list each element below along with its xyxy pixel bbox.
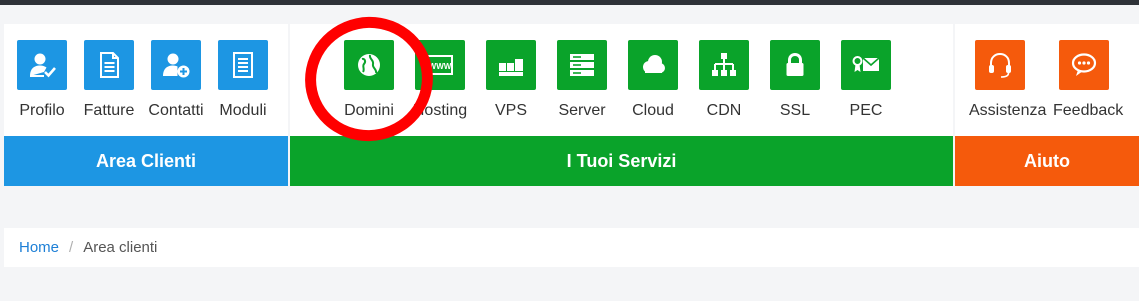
hosting-tile-text: WWW — [429, 62, 452, 71]
cloud-icon — [643, 55, 665, 73]
feedback-tile — [1059, 40, 1109, 90]
server-tile — [557, 40, 607, 90]
nav-item-label: Cloud — [632, 102, 674, 119]
nav-item-label: Server — [558, 102, 606, 119]
nav-item-label: Contatti — [148, 102, 204, 119]
pec-tile — [841, 40, 891, 90]
speech-bubble-icon — [1071, 53, 1097, 76]
certified-mail-icon — [852, 56, 880, 72]
nav-item-moduli[interactable]: Moduli — [212, 40, 274, 120]
area-clienti-title: Area Clienti — [95, 150, 197, 171]
servizi-icons: Domini WWW Hosting VPS Server Cloud CDN … — [290, 24, 953, 136]
nav-item-server[interactable]: Server — [551, 40, 613, 120]
globe-icon — [358, 54, 380, 76]
nav-item-label: Moduli — [219, 102, 267, 119]
nav-item-label: Fatture — [83, 102, 135, 119]
fatture-tile — [84, 40, 134, 90]
headset-icon — [989, 52, 1011, 78]
nav-item-cdn[interactable]: CDN — [693, 40, 755, 120]
nav-item-domini[interactable]: Domini — [338, 40, 400, 120]
nav-item-contatti[interactable]: Contatti — [145, 40, 207, 120]
hosting-tile: WWW — [415, 40, 465, 90]
moduli-tile — [218, 40, 268, 90]
nav-item-cloud[interactable]: Cloud — [622, 40, 684, 120]
domini-tile — [344, 40, 394, 90]
form-icon — [233, 52, 253, 78]
nav-item-assistenza[interactable]: Assistenza — [969, 40, 1047, 120]
nav-item-label: Hosting — [412, 102, 468, 119]
vps-icon — [499, 59, 523, 76]
servizi-title: I Tuoi Servizi — [566, 150, 677, 171]
area-clienti-icons: Profilo Fatture Contatti Moduli — [4, 24, 288, 136]
aiuto-panel: Assistenza Feedback Aiuto — [955, 24, 1139, 186]
servizi-bar[interactable]: I Tuoi Servizi — [290, 136, 953, 186]
network-icon — [712, 53, 736, 76]
servizi-panel: Domini WWW Hosting VPS Server Cloud CDN … — [290, 24, 953, 186]
aiuto-icons: Assistenza Feedback — [955, 24, 1139, 136]
cdn-tile — [699, 40, 749, 90]
nav-item-label: Domini — [344, 102, 394, 119]
hosting-icon: WWW — [427, 55, 453, 75]
nav-item-fatture[interactable]: Fatture — [78, 40, 140, 120]
profilo-tile — [17, 40, 67, 90]
breadcrumb-separator: / — [69, 239, 74, 256]
nav-item-feedback[interactable]: Feedback — [1053, 40, 1124, 120]
ssl-tile — [770, 40, 820, 90]
nav-item-label: Profilo — [19, 102, 65, 119]
contatti-tile — [151, 40, 201, 90]
user-check-icon — [30, 53, 56, 78]
nav-item-vps[interactable]: VPS — [480, 40, 542, 120]
document-icon — [100, 52, 119, 78]
breadcrumb-home-link[interactable]: Home — [19, 239, 59, 256]
nav-item-label: VPS — [494, 102, 527, 119]
nav-item-profilo[interactable]: Profilo — [11, 40, 73, 120]
area-clienti-bar[interactable]: Area Clienti — [4, 136, 288, 186]
assistenza-tile — [975, 40, 1025, 90]
nav-item-ssl[interactable]: SSL — [764, 40, 826, 120]
aiuto-title: Aiuto — [1024, 150, 1070, 171]
cloud-tile — [628, 40, 678, 90]
nav-item-label: Assistenza — [969, 102, 1047, 119]
breadcrumb-current: Area clienti — [83, 239, 158, 256]
nav-item-hosting[interactable]: WWW Hosting — [409, 40, 471, 120]
nav-item-label: Feedback — [1053, 102, 1124, 119]
top-dark-strip — [0, 0, 1139, 5]
user-add-icon — [163, 53, 190, 78]
aiuto-bar[interactable]: Aiuto — [955, 136, 1139, 186]
breadcrumb: Home / Area clienti — [4, 228, 1139, 267]
area-clienti-panel: Profilo Fatture Contatti Moduli Area Cli… — [4, 24, 288, 186]
nav-item-pec[interactable]: PEC — [835, 40, 897, 120]
nav-item-label: SSL — [779, 102, 811, 119]
nav-item-label: PEC — [849, 102, 883, 119]
lock-icon — [786, 52, 804, 76]
vps-tile — [486, 40, 536, 90]
server-icon — [570, 54, 594, 76]
nav-item-label: CDN — [706, 102, 742, 119]
